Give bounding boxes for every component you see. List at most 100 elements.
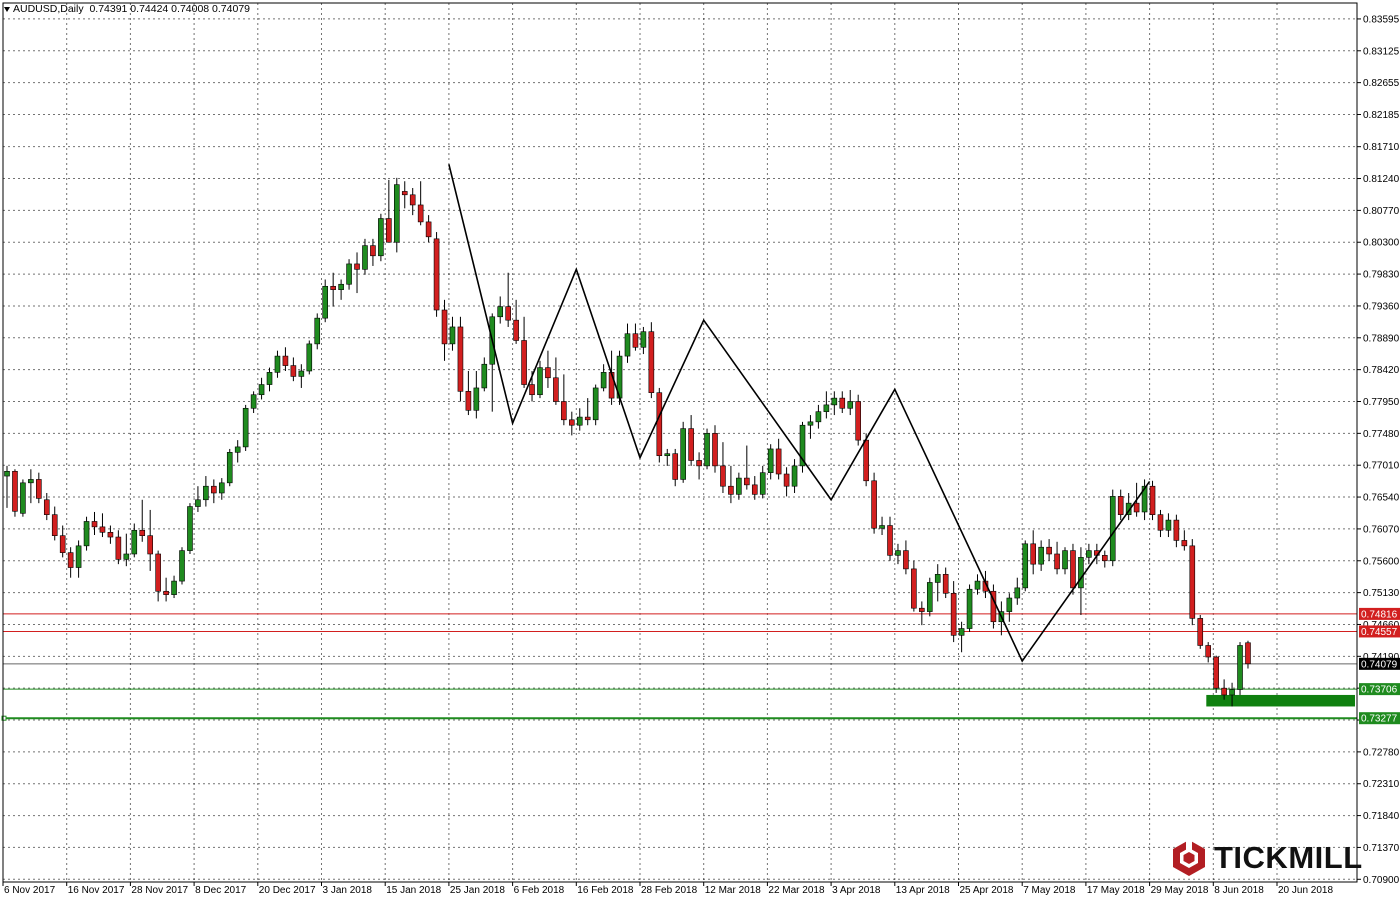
price-tick-label: 0.71840 [1363,811,1400,822]
candle-body [648,331,655,393]
candle-body [521,340,527,385]
chart-frame [2,2,1358,883]
candle [298,364,305,388]
candle-body [386,218,392,243]
candle [234,440,241,463]
price-label: 0.74079 [1359,657,1400,670]
candle-body [83,521,90,547]
candle-body [28,479,34,484]
candle [592,384,599,426]
candle-body [1101,555,1108,562]
candle [1022,540,1029,592]
candle [823,391,830,419]
candle [1006,593,1013,622]
candle [919,601,925,626]
candle-body [393,184,400,243]
candle [759,465,766,499]
candle [871,472,877,534]
candle [1109,489,1116,567]
candle-body [1070,550,1076,589]
price-axis: 0.83595 0.83125 0.82655 0.82185 0.81710 0.812… [1357,14,1400,886]
price-tick-label: 0.77480 [1363,429,1400,440]
price-tick-label: 0.83595 [1363,14,1400,25]
time-axis: 6 Nov 2017 16 Nov 2017 28 Nov 2017 8 Dec 20… [2,882,1333,896]
candle [322,279,329,323]
candle-body [807,421,814,426]
candle-body [266,372,273,385]
candle [330,272,336,307]
candle [775,438,782,480]
plot-border [2,2,1358,883]
candle [1062,547,1068,575]
candle [417,181,424,226]
date-tick-label: 17 May 2018 [1087,885,1145,896]
date-tick-label: 28 Feb 2018 [641,885,698,896]
price-tick-label: 0.81240 [1363,174,1400,185]
candle [386,179,392,243]
candle-body [330,285,336,290]
candle-body [704,433,710,467]
candle-body [656,392,663,457]
date-tick-label: 3 Apr 2018 [832,885,881,896]
candle [1197,614,1204,649]
candle-body [226,452,233,484]
candle-body [1165,519,1172,531]
candle [250,391,257,414]
candle-body [632,333,639,348]
chart-header: AUDUSD,Daily 0.74391 0.74424 0.74008 0.7… [4,3,250,15]
candle-body [59,535,66,553]
candle-body [513,319,519,341]
candle [481,357,488,392]
candle-body [1197,618,1204,646]
candle [887,516,893,561]
price-label-text: 0.74557 [1361,627,1398,638]
price-tick-label: 0.75600 [1363,556,1400,567]
candle-body [926,582,933,612]
candle [457,316,464,402]
candle [990,584,997,629]
candle-body [545,367,551,379]
candle-body [1054,553,1060,570]
candle [1038,540,1044,571]
price-label: 0.74557 [1359,625,1400,638]
price-chart[interactable]: 0.83595 0.83125 0.82655 0.82185 0.81710 0.812… [0,0,1400,900]
candle-body [1157,514,1164,531]
candle-body [783,473,790,487]
candle [354,252,360,294]
candle-body [370,245,376,257]
candle [1125,492,1132,521]
price-tick-label: 0.77010 [1363,461,1400,472]
candle [179,547,185,585]
candle-body [131,529,138,555]
candle [115,530,122,565]
candle-body [600,372,607,389]
candle-body [1038,546,1044,565]
candle [911,560,917,612]
candle-body [290,365,297,377]
price-tick-label: 0.78420 [1363,365,1400,376]
candle [226,448,233,487]
candle [67,547,74,578]
candle-body [234,446,241,453]
candle [855,394,861,446]
candle [1173,514,1180,548]
candle [672,448,679,487]
date-tick-label: 29 May 2018 [1151,885,1209,896]
candle-body [1109,496,1116,562]
candle [648,322,655,399]
candle [290,357,297,382]
candle-body [401,191,408,196]
candle-body [107,531,114,538]
candle-body [1237,645,1243,690]
chart-window[interactable]: 0.83595 0.83125 0.82655 0.82185 0.81710 0.812… [0,0,1400,900]
candle-body [751,484,758,495]
candle-body [441,309,448,345]
candle-body [322,285,329,319]
candle [656,387,663,463]
candle [926,577,933,617]
candle [942,567,949,599]
dropdown-triangle-icon[interactable] [4,6,10,12]
candle-body [1181,540,1188,547]
candle-body [505,306,511,321]
candle [815,404,822,429]
